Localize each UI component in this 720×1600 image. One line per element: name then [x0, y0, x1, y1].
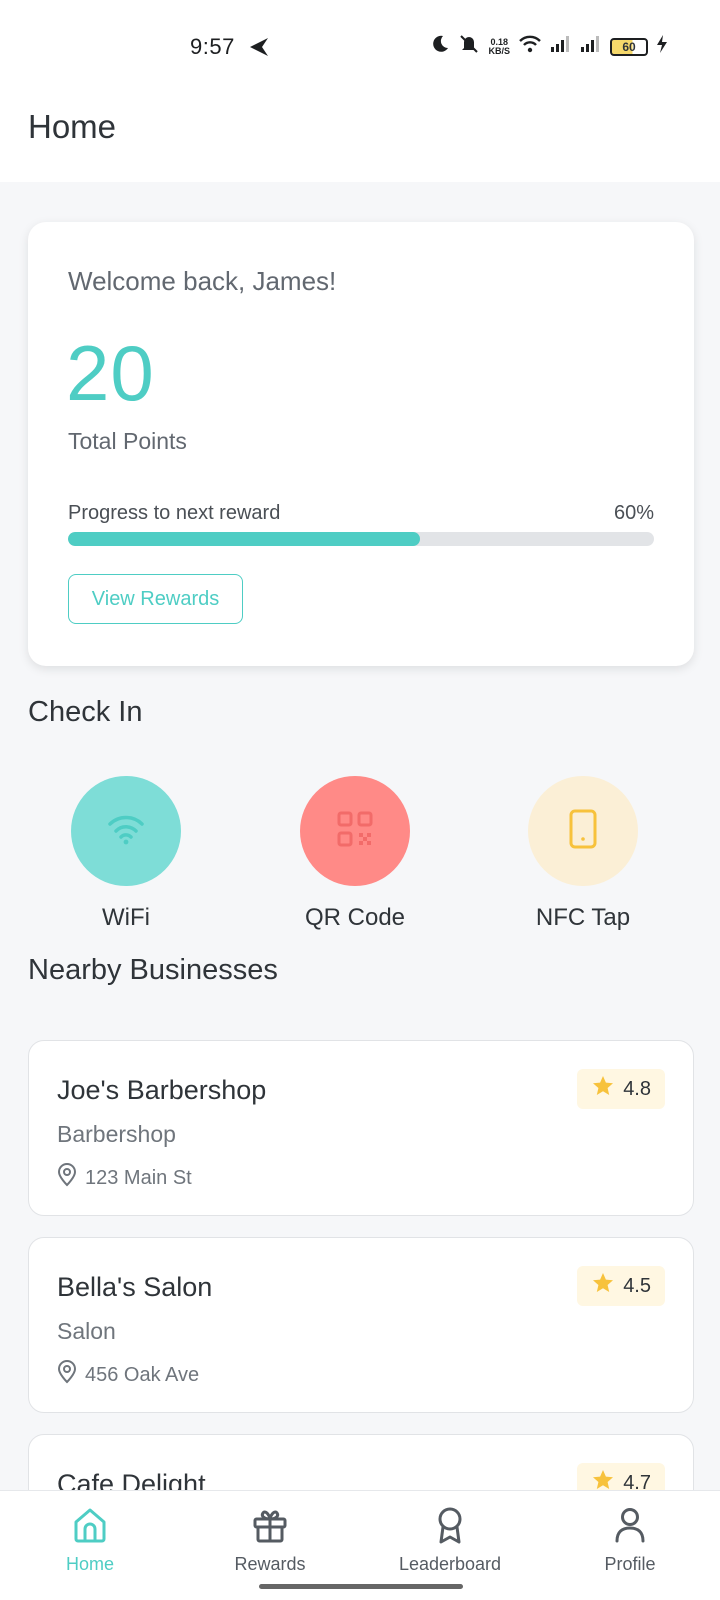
home-icon	[70, 1508, 110, 1549]
nav-rewards[interactable]: Rewards	[195, 1505, 345, 1575]
battery-icon: 60	[610, 37, 648, 56]
send-icon	[248, 36, 270, 63]
rating-badge: 4.5	[577, 1266, 665, 1306]
moon-icon	[430, 34, 450, 59]
business-address-text: 456 Oak Ave	[85, 1363, 200, 1386]
business-address-text: 123 Main St	[85, 1166, 192, 1189]
page-title: Home	[28, 108, 117, 145]
checkin-nfc-label: NFC Tap	[535, 904, 631, 931]
progress-bar	[68, 532, 654, 546]
location-pin-icon	[57, 1360, 77, 1390]
phone-icon	[568, 809, 598, 854]
checkin-wifi-circle[interactable]	[71, 776, 181, 886]
net-speed-unit: KB/S	[488, 45, 510, 56]
star-icon	[591, 1074, 615, 1104]
status-bar: 9:57 0.18 KB/S 60	[0, 0, 720, 92]
nav-profile-label: Profile	[604, 1554, 656, 1574]
gift-icon	[250, 1510, 290, 1549]
rating-badge: 4.8	[577, 1069, 665, 1109]
wifi-status-icon	[518, 34, 542, 59]
nav-rewards-label: Rewards	[234, 1554, 306, 1574]
business-card-joes[interactable]: Joe's Barbershop Barbershop 123 Main St …	[28, 1040, 694, 1216]
wifi-icon	[106, 812, 146, 851]
points-card: Welcome back, James! 20 Total Points Pro…	[28, 222, 694, 666]
checkin-wifi[interactable]: WiFi	[56, 776, 196, 932]
progress-percent: 60%	[613, 502, 654, 524]
nav-leaderboard-label: Leaderboard	[398, 1554, 502, 1574]
battery-level: 60	[622, 39, 636, 54]
star-icon	[591, 1271, 615, 1301]
rating-value: 4.5	[623, 1274, 651, 1297]
nav-profile[interactable]: Profile	[555, 1505, 705, 1575]
checkin-qr[interactable]: QR Code	[285, 776, 425, 932]
business-card-bellas[interactable]: Bella's Salon Salon 456 Oak Ave 4.5	[28, 1237, 694, 1413]
status-time: 9:57	[190, 34, 235, 59]
checkin-nfc[interactable]: NFC Tap	[513, 776, 653, 932]
signal-icon	[550, 35, 572, 58]
mute-icon	[458, 34, 480, 59]
status-icons: 0.18 KB/S 60	[430, 34, 668, 59]
location-pin-icon	[57, 1163, 77, 1193]
business-name: Bella's Salon	[57, 1272, 213, 1302]
nav-home[interactable]: Home	[15, 1505, 165, 1575]
award-icon	[430, 1507, 470, 1549]
points-label: Total Points	[68, 428, 187, 454]
view-rewards-button[interactable]: View Rewards	[68, 574, 243, 624]
charging-icon	[656, 34, 668, 59]
checkin-qr-circle[interactable]	[300, 776, 410, 886]
rating-value: 4.8	[623, 1077, 651, 1100]
user-icon	[610, 1508, 650, 1549]
progress-label: Progress to next reward	[68, 502, 281, 524]
nearby-title: Nearby Businesses	[28, 954, 278, 986]
business-address: 456 Oak Ave	[57, 1360, 199, 1390]
app-header: Home	[0, 92, 720, 182]
check-in-title: Check In	[28, 696, 143, 728]
checkin-wifi-label: WiFi	[102, 904, 150, 931]
business-name: Joe's Barbershop	[57, 1075, 267, 1105]
signal-icon-2	[580, 35, 602, 58]
checkin-qr-label: QR Code	[304, 904, 406, 931]
business-address: 123 Main St	[57, 1163, 192, 1193]
points-value: 20	[66, 329, 155, 417]
nav-home-label: Home	[65, 1554, 114, 1574]
progress-bar-fill	[68, 532, 420, 546]
qr-code-icon	[337, 811, 373, 852]
business-type: Barbershop	[57, 1121, 176, 1147]
business-type: Salon	[57, 1318, 116, 1344]
checkin-nfc-circle[interactable]	[528, 776, 638, 886]
home-indicator[interactable]	[259, 1584, 463, 1589]
welcome-text: Welcome back, James!	[68, 266, 337, 296]
net-speed: 0.18 KB/S	[488, 37, 510, 56]
nav-leaderboard[interactable]: Leaderboard	[375, 1505, 525, 1575]
